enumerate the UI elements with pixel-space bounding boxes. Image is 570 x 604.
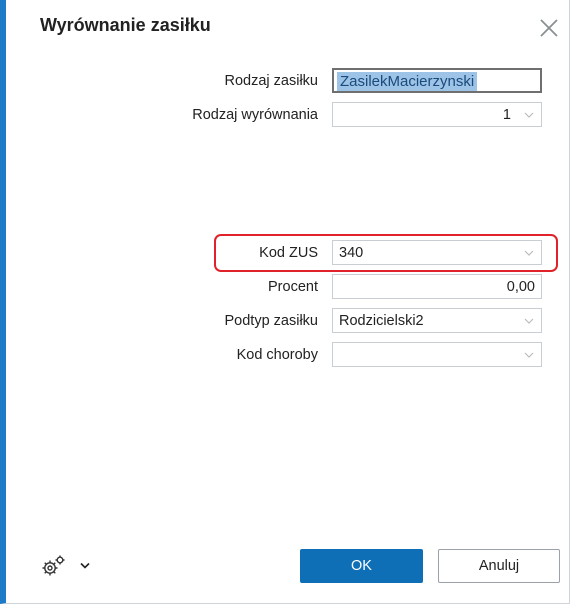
procent-input[interactable]: 0,00 xyxy=(332,274,542,299)
kod-choroby-label: Kod choroby xyxy=(236,347,318,363)
rodzaj-wyrownania-label: Rodzaj wyrównania xyxy=(192,107,318,123)
ok-button[interactable]: OK xyxy=(300,549,423,583)
close-icon[interactable] xyxy=(538,17,560,39)
gear-icon[interactable] xyxy=(40,554,66,578)
podtyp-zasilku-value: Rodzicielski2 xyxy=(339,313,424,329)
podtyp-zasilku-label: Podtyp zasiłku xyxy=(224,313,319,329)
kod-zus-value: 340 xyxy=(339,245,364,261)
rodzaj-zasilku-value: ZasilekMacierzynski xyxy=(337,72,478,91)
cancel-button[interactable]: Anuluj xyxy=(438,549,560,583)
procent-label: Procent xyxy=(268,279,318,295)
chevron-down-icon[interactable] xyxy=(79,561,91,570)
chevron-down-icon xyxy=(524,250,534,256)
kod-zus-select[interactable]: 340 xyxy=(332,240,542,265)
chevron-down-icon xyxy=(524,318,534,324)
procent-value: 0,00 xyxy=(506,279,535,295)
rodzaj-wyrownania-select[interactable]: 1 xyxy=(332,102,542,127)
rodzaj-wyrownania-value: 1 xyxy=(502,107,511,123)
podtyp-zasilku-select[interactable]: Rodzicielski2 xyxy=(332,308,542,333)
dialog-title: Wyrównanie zasiłku xyxy=(40,15,211,35)
kod-choroby-select[interactable] xyxy=(332,342,542,367)
dialog-window: Wyrównanie zasiłku Rodzaj zasiłku Zasile… xyxy=(0,0,570,604)
kod-zus-label: Kod ZUS xyxy=(259,245,318,261)
chevron-down-icon xyxy=(524,352,534,358)
rodzaj-zasilku-field[interactable]: ZasilekMacierzynski xyxy=(332,68,542,93)
chevron-down-icon xyxy=(524,112,534,118)
rodzaj-zasilku-label: Rodzaj zasiłku xyxy=(224,73,319,89)
